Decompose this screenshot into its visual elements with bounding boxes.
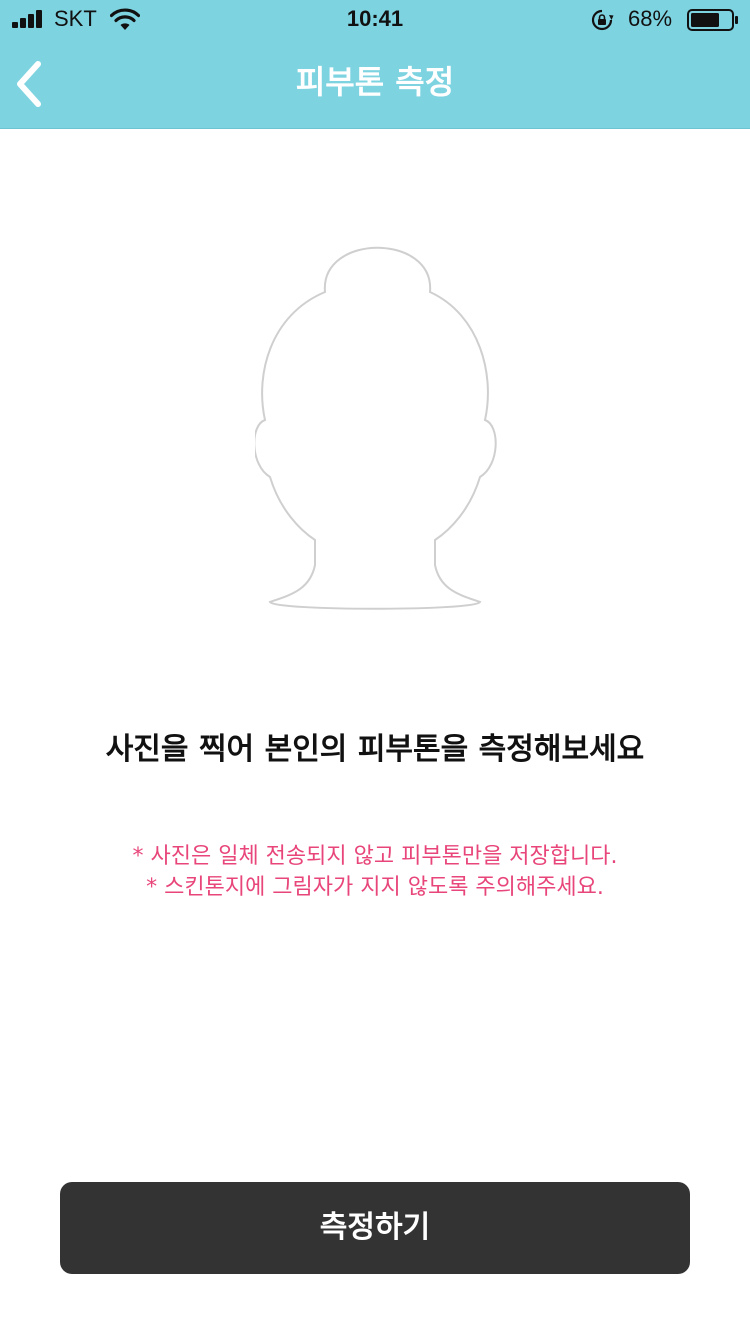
rotation-lock-icon — [591, 9, 614, 31]
battery-percent: 68% — [628, 6, 673, 31]
app-header: SKT 10:41 68% 피부톤 측정 — [0, 0, 750, 129]
battery-icon — [687, 9, 738, 31]
main-heading: 사진을 찍어 본인의 피부톤을 측정해보세요 — [105, 732, 645, 767]
page-title: 피부톤 측정 — [295, 63, 455, 101]
measure-button[interactable]: 측정하기 — [60, 1182, 690, 1274]
face-silhouette-icon — [255, 246, 497, 610]
status-bar: SKT 10:41 68% — [0, 0, 750, 40]
notice-text: * 스킨톤지에 그림자가 지지 않도록 주의해주세요. — [146, 875, 604, 900]
notice-text: * 사진은 일체 전송되지 않고 피부톤만을 저장합니다. — [132, 844, 618, 869]
